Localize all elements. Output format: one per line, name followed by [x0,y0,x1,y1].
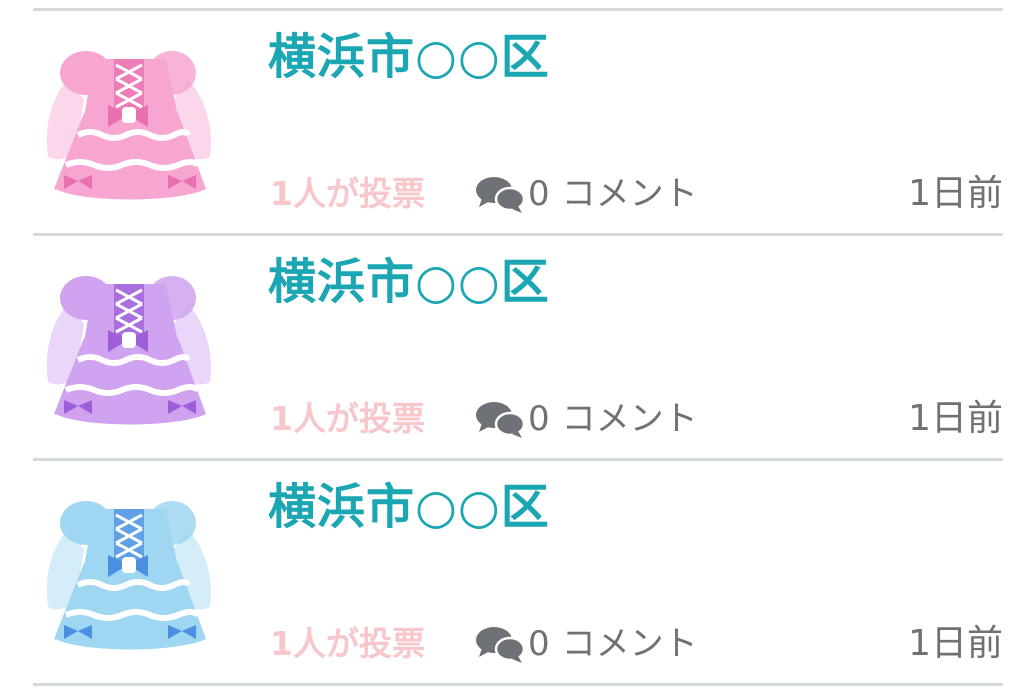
comment-info[interactable]: 0 コメント [474,171,698,217]
pink-dress-icon[interactable] [38,39,226,215]
comment-count: 0 [528,624,550,664]
vote-count: 1人が投票 [270,399,425,438]
post-title[interactable]: 横浜市○○区 [268,252,550,312]
comments-icon [474,624,526,664]
comment-label: コメント [561,624,698,664]
post-list: 横浜市○○区 1人が投票 0 コメント 1日前 横浜市○○区 1人が投票 0 コ… [0,0,1031,697]
divider [33,683,1003,686]
vote-count: 1人が投票 [270,174,425,213]
comment-count: 0 [528,399,550,439]
comments-icon [474,399,526,439]
post-title[interactable]: 横浜市○○区 [268,27,550,87]
comment-info[interactable]: 0 コメント [474,621,698,667]
list-item[interactable]: 横浜市○○区 1人が投票 0 コメント 1日前 [0,11,1031,235]
blue-dress-icon[interactable] [38,489,226,665]
list-item[interactable]: 横浜市○○区 1人が投票 0 コメント 1日前 [0,461,1031,685]
purple-dress-icon[interactable] [38,264,226,440]
vote-count: 1人が投票 [270,624,425,663]
post-age: 1日前 [908,398,1003,439]
post-title[interactable]: 横浜市○○区 [268,477,550,537]
comment-count: 0 [528,174,550,214]
comment-label: コメント [561,399,698,439]
comment-info[interactable]: 0 コメント [474,396,698,442]
comment-label: コメント [561,174,698,214]
list-item[interactable]: 横浜市○○区 1人が投票 0 コメント 1日前 [0,236,1031,460]
post-age: 1日前 [908,173,1003,214]
comments-icon [474,174,526,214]
post-age: 1日前 [908,623,1003,664]
